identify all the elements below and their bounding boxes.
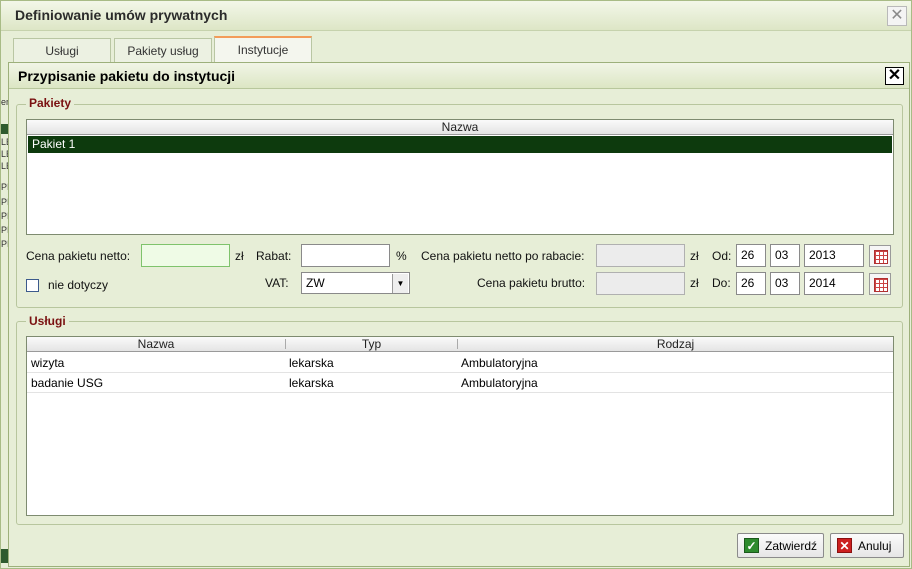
- currency-label: zł: [690, 276, 699, 290]
- cena-brutto-input: [596, 272, 685, 295]
- outer-titlebar: Definiowanie umów prywatnych ✕: [1, 1, 911, 31]
- confirm-button-label: Zatwierdź: [765, 539, 818, 553]
- check-icon: ✓: [744, 538, 759, 553]
- dialog-close-icon[interactable]: ✕: [885, 67, 904, 85]
- column-header-typ[interactable]: Typ: [286, 337, 457, 351]
- do-day-input[interactable]: 26: [736, 272, 766, 295]
- column-header-nazwa[interactable]: Nazwa: [27, 337, 285, 351]
- outer-window-title: Definiowanie umów prywatnych: [15, 7, 228, 23]
- dialog-title: Przypisanie pakietu do instytucji: [18, 68, 236, 84]
- chevron-down-icon[interactable]: ▼: [392, 274, 408, 293]
- table-row[interactable]: badanie USG lekarska Ambulatoryjna: [27, 373, 893, 393]
- cell-typ: lekarska: [289, 356, 334, 370]
- table-header: Nazwa: [27, 120, 893, 135]
- od-year-input[interactable]: 2013: [804, 244, 864, 267]
- column-header-rodzaj[interactable]: Rodzaj: [458, 337, 893, 351]
- dialog-titlebar: Przypisanie pakietu do instytucji ✕: [9, 63, 909, 89]
- tab-instytucje[interactable]: Instytucje: [214, 36, 312, 63]
- cell-nazwa: wizyta: [31, 356, 65, 370]
- column-header-nazwa[interactable]: Nazwa: [27, 120, 893, 134]
- od-day-input[interactable]: 26: [736, 244, 766, 267]
- cancel-button[interactable]: ✕ Anuluj: [830, 533, 904, 558]
- rabat-input[interactable]: [301, 244, 390, 267]
- vat-selected-value: ZW: [306, 276, 325, 290]
- vat-select[interactable]: ZW ▼: [301, 272, 410, 294]
- cell-rodzaj: Ambulatoryjna: [461, 356, 538, 370]
- percent-label: %: [396, 249, 407, 263]
- uslugi-legend: Usługi: [26, 314, 69, 328]
- nie-dotyczy-checkbox[interactable]: [26, 279, 39, 292]
- od-label: Od:: [712, 249, 732, 263]
- tab-pakiety-uslug[interactable]: Pakiety usług: [114, 38, 212, 63]
- cena-brutto-label: Cena pakietu brutto:: [477, 276, 586, 290]
- vat-label: VAT:: [265, 276, 289, 290]
- confirm-button[interactable]: ✓ Zatwierdź: [737, 533, 824, 558]
- cena-netto-label: Cena pakietu netto:: [26, 249, 131, 263]
- pakiety-table[interactable]: Nazwa Pakiet 1: [26, 119, 894, 235]
- calendar-icon[interactable]: [869, 273, 891, 295]
- cena-po-rabacie-input: [596, 244, 685, 267]
- table-header: Nazwa Typ Rodzaj: [27, 337, 893, 352]
- do-year-input[interactable]: 2014: [804, 272, 864, 295]
- cell-rodzaj: Ambulatoryjna: [461, 376, 538, 390]
- od-month-input[interactable]: 03: [770, 244, 800, 267]
- table-row[interactable]: wizyta lekarska Ambulatoryjna: [27, 353, 893, 373]
- do-month-input[interactable]: 03: [770, 272, 800, 295]
- table-row-selected[interactable]: Pakiet 1: [28, 136, 892, 153]
- pakiety-legend: Pakiety: [26, 96, 75, 110]
- do-label: Do:: [712, 276, 731, 290]
- nie-dotyczy-label: nie dotyczy: [48, 278, 109, 292]
- outer-close-icon[interactable]: ✕: [887, 6, 907, 26]
- uslugi-table[interactable]: Nazwa Typ Rodzaj wizyta lekarska Ambulat…: [26, 336, 894, 516]
- tab-uslugi[interactable]: Usługi: [13, 38, 111, 63]
- cancel-button-label: Anuluj: [858, 539, 892, 553]
- cross-icon: ✕: [837, 538, 852, 553]
- cell-nazwa: badanie USG: [31, 376, 104, 390]
- cell-typ: lekarska: [289, 376, 334, 390]
- cena-netto-input[interactable]: [141, 244, 230, 267]
- currency-label: zł: [690, 249, 699, 263]
- currency-label: zł: [235, 249, 244, 263]
- calendar-icon[interactable]: [869, 245, 891, 267]
- assign-package-dialog: Przypisanie pakietu do instytucji ✕ Paki…: [8, 62, 910, 567]
- rabat-label: Rabat:: [256, 249, 292, 263]
- cena-po-rabacie-label: Cena pakietu netto po rabacie:: [421, 249, 585, 263]
